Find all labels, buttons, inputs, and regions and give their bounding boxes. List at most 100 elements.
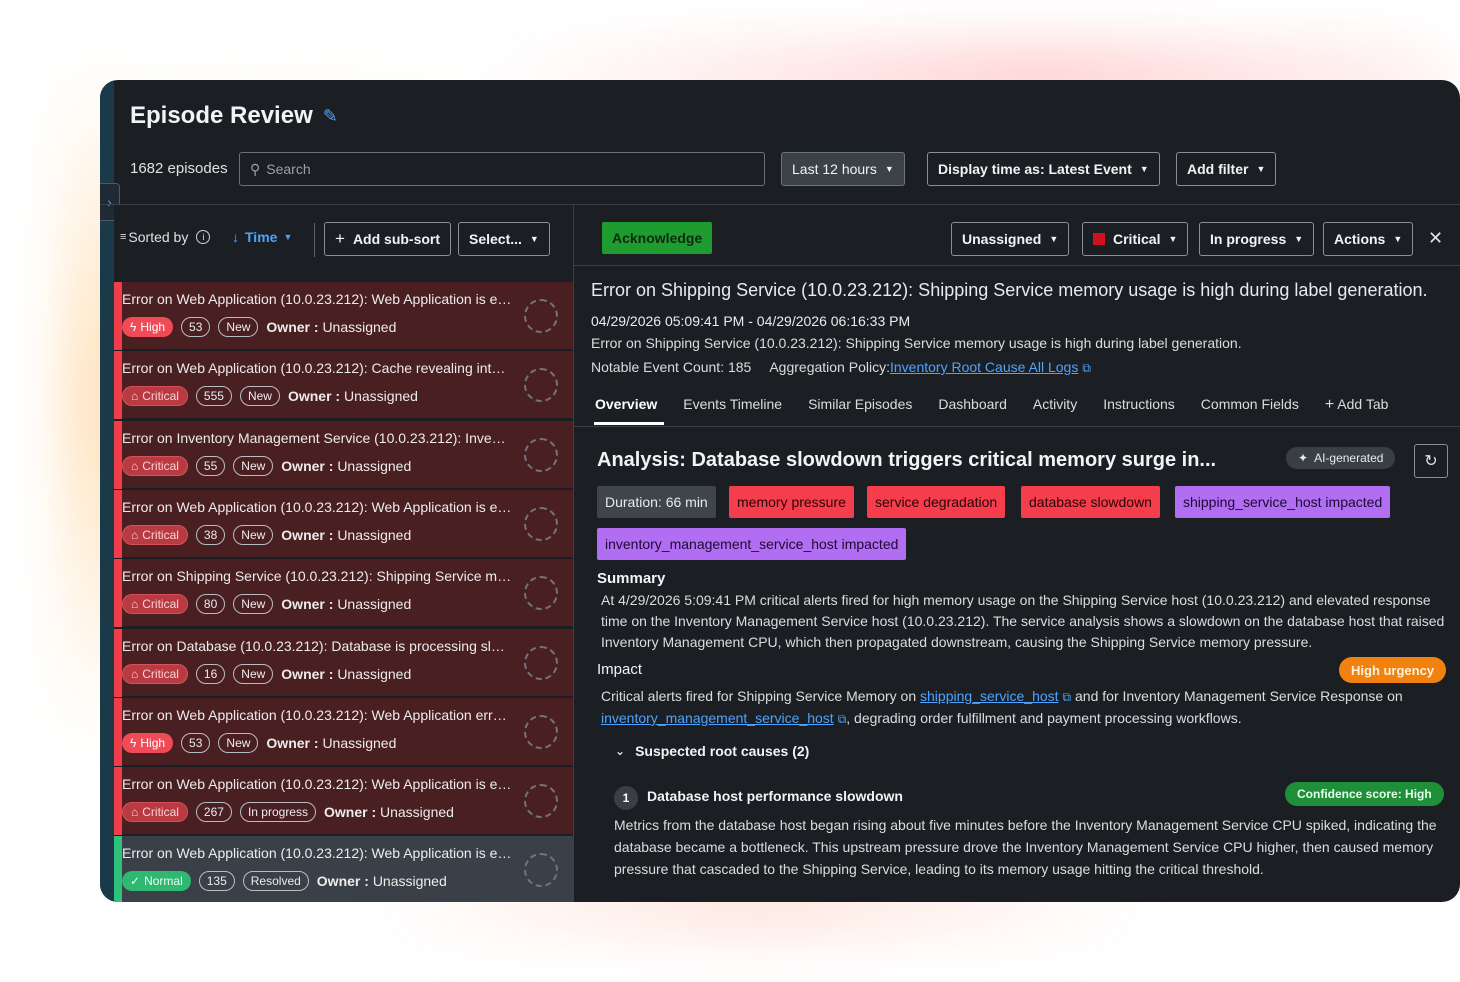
root-cause-number: 1 bbox=[614, 786, 638, 810]
aggregation-label: Aggregation Policy: bbox=[769, 359, 890, 375]
status-badge: In progress bbox=[239, 802, 316, 823]
owner-label: Owner : bbox=[281, 665, 334, 682]
ai-generated-badge: ✦ AI-generated bbox=[1286, 447, 1396, 469]
tab-activity[interactable]: Activity bbox=[1033, 396, 1077, 414]
external-link-icon[interactable]: ⧉ bbox=[1082, 361, 1091, 375]
display-time-label: Display time as: Latest Event bbox=[938, 161, 1132, 177]
tab-overview[interactable]: Overview bbox=[595, 396, 657, 414]
severity-badge: ⌂ Critical bbox=[122, 386, 188, 407]
episode-list-item[interactable]: Error on Web Application (10.0.23.212): … bbox=[114, 697, 573, 766]
app-window: › Episode Review ✎ 1682 episodes ⚲ Last … bbox=[100, 80, 1460, 902]
sort-field-label: Time bbox=[245, 229, 278, 245]
status-dropdown[interactable]: In progress ▼ bbox=[1199, 222, 1315, 256]
assignee-avatar-placeholder[interactable] bbox=[524, 299, 558, 333]
tabs-divider bbox=[574, 426, 1460, 427]
severity-dropdown[interactable]: Critical ▼ bbox=[1082, 222, 1189, 256]
assignee-label: Unassigned bbox=[962, 231, 1042, 247]
close-icon[interactable]: ✕ bbox=[1428, 228, 1443, 249]
critical-square-icon bbox=[1093, 233, 1105, 245]
owner-label: Owner : bbox=[266, 734, 319, 751]
severity-badge-label: Critical bbox=[142, 389, 179, 404]
episode-title: Error on Database (10.0.23.212): Databas… bbox=[122, 637, 512, 654]
episode-list-item[interactable]: Error on Database (10.0.23.212): Databas… bbox=[114, 628, 573, 697]
severity-badge-label: High bbox=[140, 320, 166, 334]
event-count-badge: 16 bbox=[195, 663, 226, 684]
chevron-down-icon: ▼ bbox=[283, 232, 293, 242]
event-count-badge: 135 bbox=[198, 871, 235, 892]
episode-list-item[interactable]: Error on Web Application (10.0.23.212): … bbox=[114, 351, 573, 420]
time-range-dropdown[interactable]: Last 12 hours ▼ bbox=[781, 152, 905, 186]
status-badge: New bbox=[233, 594, 274, 615]
owner-value: Unassigned bbox=[337, 526, 412, 543]
external-link-icon[interactable]: ⧉ bbox=[838, 712, 847, 726]
select-dropdown[interactable]: Select... ▼ bbox=[458, 222, 550, 256]
chevron-down-icon: ▼ bbox=[1256, 164, 1266, 174]
episode-meta-row: ⌂ Critical 38 New Owner : Unassigned bbox=[122, 524, 412, 545]
severity-badge: ⌂ Critical bbox=[122, 594, 188, 615]
assignee-avatar-placeholder[interactable] bbox=[524, 437, 558, 472]
assignee-avatar-placeholder[interactable] bbox=[524, 645, 558, 680]
assignee-avatar-placeholder[interactable] bbox=[524, 576, 558, 611]
add-tab-button[interactable]: + Add Tab bbox=[1325, 396, 1389, 414]
inventory-host-link[interactable]: inventory_management_service_host bbox=[601, 710, 834, 726]
episode-time-range: 04/29/2026 05:09:41 PM - 04/29/2026 06:1… bbox=[591, 313, 911, 329]
owner-value: Unassigned bbox=[380, 804, 454, 821]
root-causes-label: Suspected root causes (2) bbox=[635, 743, 810, 759]
add-filter-button[interactable]: Add filter ▼ bbox=[1176, 152, 1277, 186]
severity-bar bbox=[114, 767, 122, 836]
episode-list-item[interactable]: Error on Web Application (10.0.23.212): … bbox=[114, 767, 573, 836]
owner-label: Owner : bbox=[266, 319, 319, 335]
impact-text: Critical alerts fired for Shipping Servi… bbox=[601, 686, 1446, 730]
episode-list-item[interactable]: Error on Web Application (10.0.23.212): … bbox=[114, 489, 573, 558]
tab-dashboard[interactable]: Dashboard bbox=[938, 396, 1007, 414]
shipping-host-link[interactable]: shipping_service_host bbox=[920, 688, 1059, 704]
chevron-down-icon: ▼ bbox=[1049, 234, 1059, 244]
assignee-avatar-placeholder[interactable] bbox=[524, 506, 558, 541]
actions-dropdown[interactable]: Actions ▼ bbox=[1323, 222, 1414, 256]
search-box[interactable]: ⚲ bbox=[239, 152, 765, 186]
external-link-icon[interactable]: ⧉ bbox=[1063, 690, 1072, 704]
acknowledge-button[interactable]: Acknowledge bbox=[602, 222, 713, 254]
chevron-down-icon: ▼ bbox=[1139, 164, 1149, 174]
assignee-avatar-placeholder[interactable] bbox=[524, 784, 558, 819]
chevron-down-icon: ⌄ bbox=[615, 744, 626, 758]
assignee-avatar-placeholder[interactable] bbox=[524, 714, 558, 749]
add-filter-label: Add filter bbox=[1187, 161, 1249, 177]
tag-service-degradation: service degradation bbox=[867, 486, 1006, 518]
event-count-badge: 80 bbox=[195, 594, 226, 615]
add-subsort-button[interactable]: + Add sub-sort bbox=[324, 222, 452, 256]
episode-owner: Owner : Unassigned bbox=[281, 458, 411, 474]
tab-similar-episodes[interactable]: Similar Episodes bbox=[808, 396, 912, 414]
display-time-dropdown[interactable]: Display time as: Latest Event ▼ bbox=[927, 152, 1160, 186]
critical-severity-icon: ⌂ bbox=[131, 458, 139, 473]
episode-list-item[interactable]: Error on Shipping Service (10.0.23.212):… bbox=[114, 559, 573, 628]
episode-list-item[interactable]: Error on Inventory Management Service (1… bbox=[114, 420, 573, 489]
owner-value: Unassigned bbox=[343, 388, 418, 405]
episode-list-item[interactable]: Error on Web Application (10.0.23.212): … bbox=[114, 836, 573, 902]
assignee-avatar-placeholder[interactable] bbox=[524, 853, 558, 888]
status-label: In progress bbox=[1210, 231, 1287, 247]
tab-events-timeline[interactable]: Events Timeline bbox=[683, 396, 782, 414]
edit-pencil-icon[interactable]: ✎ bbox=[323, 106, 338, 127]
assignee-dropdown[interactable]: Unassigned ▼ bbox=[951, 222, 1070, 256]
search-input[interactable] bbox=[266, 161, 747, 177]
tab-common-fields[interactable]: Common Fields bbox=[1201, 396, 1299, 414]
root-causes-toggle[interactable]: ⌄ Suspected root causes (2) bbox=[615, 743, 809, 759]
tab-instructions[interactable]: Instructions bbox=[1103, 396, 1175, 414]
refresh-icon[interactable]: ↻ bbox=[1414, 444, 1448, 478]
status-badge: New bbox=[233, 455, 274, 476]
chevron-down-icon: ▼ bbox=[1294, 234, 1304, 244]
info-icon[interactable]: i bbox=[196, 230, 211, 244]
aggregation-policy: Aggregation Policy:Inventory Root Cause … bbox=[769, 359, 1091, 376]
sort-field-time[interactable]: ↓ Time ▼ bbox=[232, 229, 292, 245]
assignee-avatar-placeholder[interactable] bbox=[524, 368, 558, 403]
episode-title: Error on Web Application (10.0.23.212): … bbox=[122, 776, 512, 793]
episode-list-item[interactable]: Error on Web Application (10.0.23.212): … bbox=[114, 282, 573, 350]
episode-meta-row: ✓ Normal 135 Resolved Owner : Unassigned bbox=[122, 871, 447, 892]
notable-event-count: Notable Event Count: 185 bbox=[591, 359, 752, 375]
event-count-badge: 267 bbox=[195, 802, 232, 823]
aggregation-policy-link[interactable]: Inventory Root Cause All Logs bbox=[890, 359, 1078, 375]
sorted-by-text: Sorted by bbox=[128, 229, 189, 245]
owner-value: Unassigned bbox=[372, 873, 447, 890]
owner-value: Unassigned bbox=[322, 734, 397, 751]
